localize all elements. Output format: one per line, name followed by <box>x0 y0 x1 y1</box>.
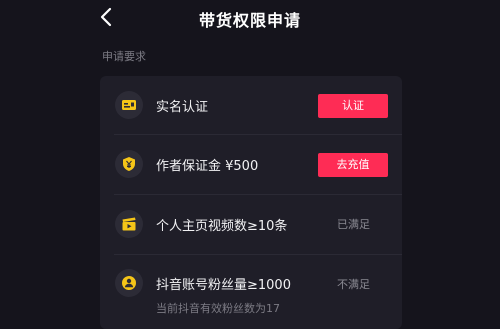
yuan-shield-icon <box>115 150 143 178</box>
requirement-real-name: 实名认证 认证 <box>100 76 402 134</box>
requirement-label: 抖音账号粉丝量≥1000 <box>156 278 291 293</box>
requirements-card: 实名认证 认证 作者保证金 ¥500 去充值 个人主页视频数≥10条 已满足 抖… <box>100 76 402 329</box>
requirement-label: 实名认证 <box>156 100 209 115</box>
id-card-icon <box>115 91 143 119</box>
verify-button[interactable]: 认证 <box>318 94 388 118</box>
status-unmet: 不满足 <box>337 278 370 291</box>
recharge-button[interactable]: 去充值 <box>318 153 388 177</box>
page-title: 带货权限申请 <box>198 11 301 30</box>
requirement-label: 作者保证金 ¥500 <box>156 159 259 174</box>
follower-count-note: 当前抖音有效粉丝数为17 <box>156 302 280 315</box>
requirement-followers: 抖音账号粉丝量≥1000 不满足 当前抖音有效粉丝数为17 <box>100 255 402 329</box>
status-met: 已满足 <box>337 218 370 231</box>
requirement-deposit: 作者保证金 ¥500 去充值 <box>100 135 402 193</box>
requirement-video-count: 个人主页视频数≥10条 已满足 <box>100 195 402 253</box>
section-label: 申请要求 <box>102 50 146 63</box>
followers-icon <box>115 269 143 297</box>
video-clapper-icon <box>115 210 143 238</box>
requirement-label: 个人主页视频数≥10条 <box>156 219 288 234</box>
header: 带货权限申请 <box>0 0 500 36</box>
